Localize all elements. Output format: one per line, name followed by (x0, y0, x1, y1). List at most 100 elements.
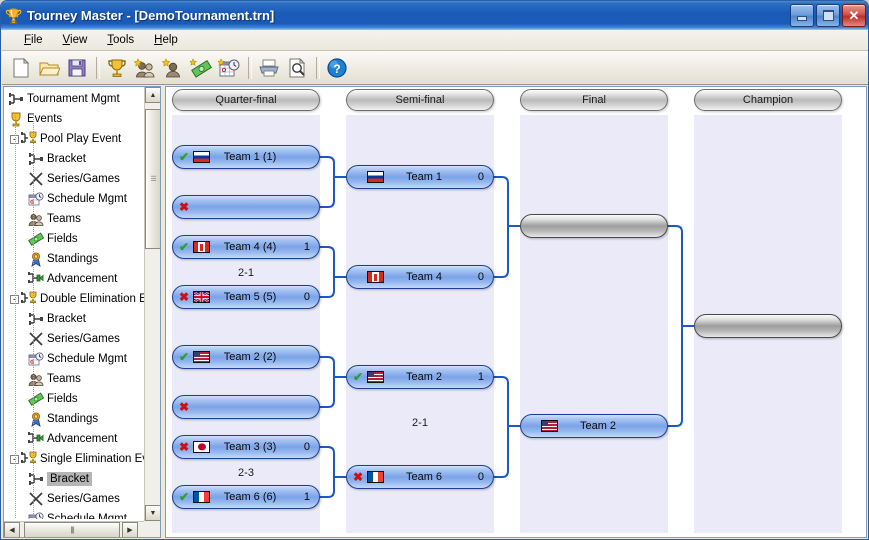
tree-item-schedule-mgmt[interactable]: Schedule Mgmt (4, 189, 144, 209)
flag-fr-icon (193, 491, 210, 503)
menu-view[interactable]: View (53, 32, 98, 48)
semi-final-slot-4[interactable]: ✖Team 60 (346, 465, 494, 489)
tree-item-label: Advancement (47, 273, 117, 285)
bracket-canvas[interactable]: Quarter-final Semi-final Final Champion … (165, 86, 867, 538)
tree-item-single-elimination-eve[interactable]: -Single Elimination Eve (4, 449, 144, 469)
tree-item-advancement[interactable]: Advancement (4, 429, 144, 449)
tree-item-series-games[interactable]: Series/Games (4, 329, 144, 349)
team-score: 0 (464, 471, 493, 483)
sidebar-horizontal-scrollbar[interactable]: ◀ |||| ▶ (4, 521, 144, 537)
sidebar-vertical-scrollbar[interactable]: ▲ ☰ ▼ (144, 87, 160, 521)
tree-item-standings[interactable]: Standings (4, 249, 144, 269)
tree-item-series-games[interactable]: Series/Games (4, 489, 144, 509)
fields-button[interactable] (188, 55, 214, 81)
round-header-label: Semi-final (396, 94, 445, 106)
tree-item-pool-play-event[interactable]: -Pool Play Event (4, 129, 144, 149)
tree-view[interactable]: Tournament MgmtEvents-Pool Play EventBra… (4, 87, 144, 519)
tree-item-tournament-mgmt[interactable]: Tournament Mgmt (4, 89, 144, 109)
tree-item-series-games[interactable]: Series/Games (4, 169, 144, 189)
flag-ca-icon (367, 271, 384, 283)
help-button[interactable]: ? (324, 55, 350, 81)
new-document-button[interactable] (8, 55, 34, 81)
trophy-icon (106, 57, 128, 79)
tree-item-label: Standings (47, 253, 98, 265)
events-button[interactable] (104, 55, 130, 81)
tree-item-advancement[interactable]: Advancement (4, 269, 144, 289)
menu-help[interactable]: Help (144, 32, 188, 48)
print-button[interactable] (256, 55, 282, 81)
tree-item-teams[interactable]: Teams (4, 209, 144, 229)
tree-item-standings[interactable]: Standings (4, 409, 144, 429)
semi-final-slot-1[interactable]: Team 10 (346, 165, 494, 189)
quarter-final-slot-4[interactable]: ✖Team 5 (5)0 (172, 285, 320, 309)
flag-fr-icon (367, 471, 384, 483)
teams-icon (28, 371, 44, 387)
quarter-final-slot-3[interactable]: ✔Team 4 (4)1 (172, 235, 320, 259)
series-score: 2-1 (172, 267, 320, 279)
print-preview-button[interactable] (284, 55, 310, 81)
quarter-final-slot-7[interactable]: ✖Team 3 (3)0 (172, 435, 320, 459)
tree-item-double-elimination-ev[interactable]: -Double Elimination Ev (4, 289, 144, 309)
maximize-button[interactable] (816, 4, 840, 27)
close-button[interactable]: ✕ (842, 4, 866, 27)
scroll-down-button[interactable]: ▼ (145, 505, 161, 521)
loser-cross-icon: ✖ (350, 471, 366, 483)
trophy-icon (8, 111, 24, 127)
round-header-label: Champion (743, 94, 793, 106)
toolbar-separator (96, 57, 100, 79)
menu-tools[interactable]: Tools (97, 32, 144, 48)
semi-final-slot-2[interactable]: Team 40 (346, 265, 494, 289)
team-score: 0 (464, 271, 493, 283)
bracket-icon (8, 91, 24, 107)
flag-us-icon (367, 371, 384, 383)
teams-button[interactable] (132, 55, 158, 81)
loser-cross-icon: ✖ (176, 201, 192, 213)
vertical-scroll-thumb[interactable]: ☰ (145, 109, 161, 249)
semi-final-slot-3[interactable]: ✔Team 21 (346, 365, 494, 389)
save-floppy-icon (66, 57, 88, 79)
tree-item-events[interactable]: Events (4, 109, 144, 129)
quarter-final-slot-5[interactable]: ✔Team 2 (2) (172, 345, 320, 369)
tree-guide-line (15, 115, 16, 519)
winner-check-icon: ✔ (176, 241, 192, 253)
tree-item-bracket[interactable]: Bracket (4, 309, 144, 329)
quarter-final-slot-1[interactable]: ✔Team 1 (1) (172, 145, 320, 169)
quarter-final-slot-8[interactable]: ✔Team 6 (6)1 (172, 485, 320, 509)
scroll-up-button[interactable]: ▲ (145, 87, 161, 103)
loser-cross-icon: ✖ (176, 401, 192, 413)
tree-item-label: Bracket (47, 313, 86, 325)
team-name: Team 2 (2) (210, 351, 290, 363)
tree-item-bracket[interactable]: Bracket (4, 469, 144, 489)
tree-item-bracket[interactable]: Bracket (4, 149, 144, 169)
tree-item-schedule-mgmt[interactable]: Schedule Mgmt (4, 509, 144, 519)
bracket-icon (28, 151, 44, 167)
tree-item-label: Fields (47, 233, 78, 245)
svg-text:?: ? (333, 62, 340, 76)
final-slot-1[interactable] (520, 214, 668, 238)
quarter-final-slot-6[interactable]: ✖ (172, 395, 320, 419)
scroll-left-button[interactable]: ◀ (4, 522, 20, 538)
players-button[interactable] (160, 55, 186, 81)
team-score: 0 (290, 441, 319, 453)
final-slot-2[interactable]: Team 2 (520, 414, 668, 438)
tree-item-fields[interactable]: Fields (4, 229, 144, 249)
menu-file[interactable]: File (14, 32, 53, 48)
minimize-button[interactable] (790, 4, 814, 27)
team-name: Team 1 (1) (210, 151, 290, 163)
tree-item-fields[interactable]: Fields (4, 389, 144, 409)
team-name: Team 6 (6) (210, 491, 290, 503)
application-window: 🏆 Tourney Master - [DemoTournament.trn] … (0, 0, 869, 540)
tree-item-teams[interactable]: Teams (4, 369, 144, 389)
scroll-right-button[interactable]: ▶ (122, 522, 138, 538)
flag-ru-icon (193, 151, 210, 163)
schedule-button[interactable] (216, 55, 242, 81)
tree-item-schedule-mgmt[interactable]: Schedule Mgmt (4, 349, 144, 369)
quarter-final-slot-2[interactable]: ✖ (172, 195, 320, 219)
series-score: 2-1 (346, 417, 494, 429)
open-folder-button[interactable] (36, 55, 62, 81)
flag-us-icon (193, 351, 210, 363)
champion-slot[interactable] (694, 314, 842, 338)
save-button[interactable] (64, 55, 90, 81)
horizontal-scroll-thumb[interactable]: |||| (24, 522, 120, 538)
round-header-label: Final (582, 94, 606, 106)
